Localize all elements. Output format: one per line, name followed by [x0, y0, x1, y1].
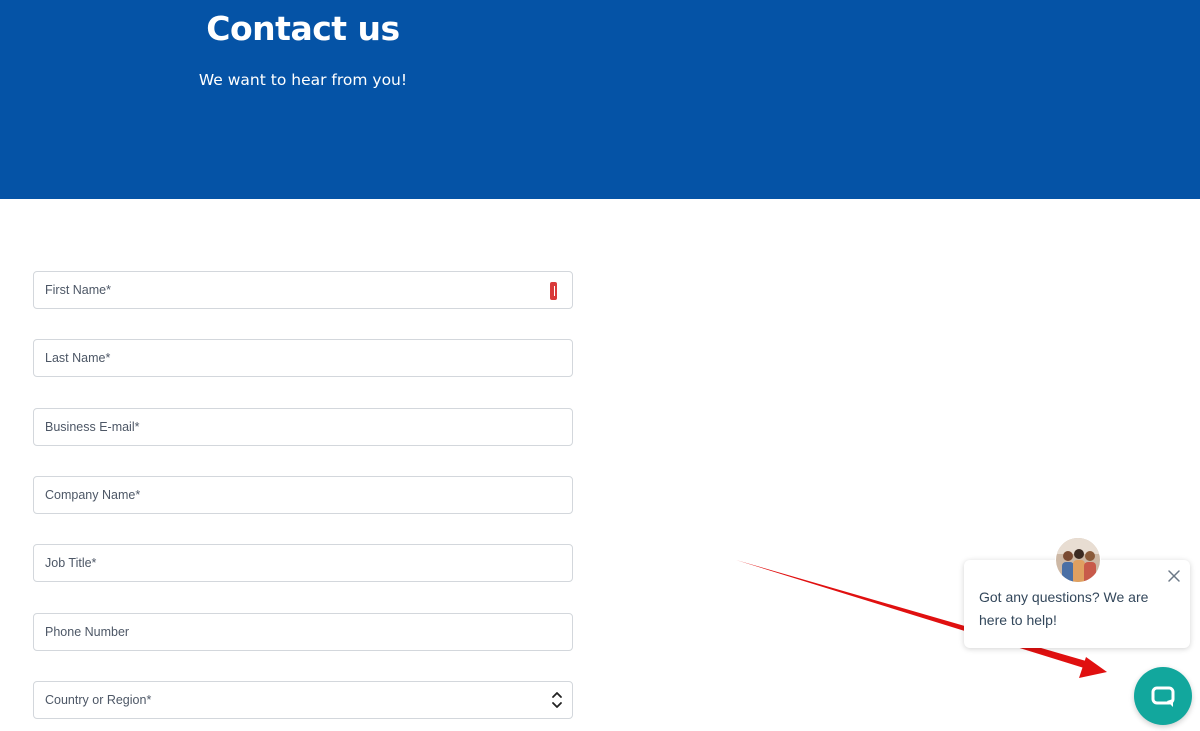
- agent-avatar: [1055, 537, 1101, 583]
- password-manager-icon[interactable]: [550, 282, 557, 300]
- country-select-value: Country or Region*: [45, 693, 152, 707]
- close-icon[interactable]: [1166, 568, 1182, 584]
- business-email-field[interactable]: [33, 408, 573, 446]
- select-arrows-icon: [552, 692, 562, 708]
- first-name-input[interactable]: [34, 272, 572, 308]
- country-select[interactable]: Country or Region*: [33, 681, 573, 719]
- contact-page: Contact us We want to hear from you! Cou…: [0, 0, 1200, 731]
- company-name-input[interactable]: [34, 477, 572, 513]
- page-subtitle: We want to hear from you!: [198, 71, 408, 89]
- business-email-input[interactable]: [34, 409, 572, 445]
- phone-number-field[interactable]: [33, 613, 573, 651]
- last-name-input[interactable]: [34, 340, 572, 376]
- chat-launcher-button[interactable]: [1134, 667, 1192, 725]
- chat-bubble-icon: [1151, 686, 1175, 707]
- job-title-input[interactable]: [34, 545, 572, 581]
- last-name-field[interactable]: [33, 339, 573, 377]
- hero-banner: Contact us We want to hear from you!: [0, 0, 1200, 199]
- phone-number-input[interactable]: [34, 614, 572, 650]
- first-name-field[interactable]: [33, 271, 573, 309]
- company-name-field[interactable]: [33, 476, 573, 514]
- job-title-field[interactable]: [33, 544, 573, 582]
- page-title: Contact us: [206, 9, 400, 48]
- chat-message: Got any questions? We are here to help!: [979, 589, 1149, 628]
